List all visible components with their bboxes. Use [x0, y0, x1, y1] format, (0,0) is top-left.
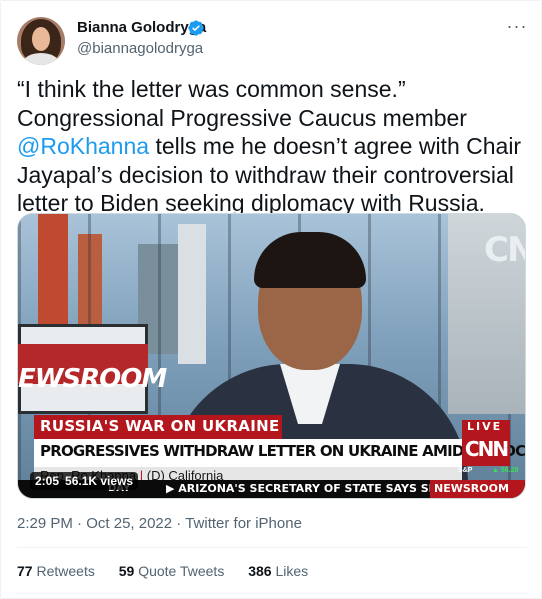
stock-value: ▲ 56.28	[492, 467, 519, 474]
quote-tweets-stat[interactable]: 59 Quote Tweets	[119, 563, 225, 579]
quote-tweets-label: Quote Tweets	[138, 563, 225, 579]
ticker-text: ▶ ARIZONA'S SECRETARY OF STATE SAYS SHE …	[166, 482, 475, 495]
likes-stat[interactable]: 386 Likes	[248, 563, 308, 579]
mention-link[interactable]: @RoKhanna	[17, 133, 149, 159]
stock-label: S&P	[458, 467, 473, 474]
retweets-label: Retweets	[36, 563, 95, 579]
retweets-stat[interactable]: 77 Retweets	[17, 563, 95, 579]
chyron-top-text: RUSSIA'S WAR ON UKRAINE	[40, 417, 280, 435]
tweet-stats: 77 Retweets 59 Quote Tweets 386 Likes	[17, 563, 328, 579]
cnn-logo-text: CNN	[464, 437, 509, 461]
studio-monitor-text: EWSROOM	[18, 364, 167, 394]
divider	[17, 547, 527, 548]
live-text: LIVE	[467, 420, 503, 433]
video-info-badge: 2:05 56.1K views	[30, 472, 139, 490]
set-cnn-logo: CNN	[484, 230, 525, 270]
tweet-card: Bianna Golodryga @biannagolodryga ··· “I…	[0, 0, 542, 599]
divider	[17, 593, 527, 594]
likes-label: Likes	[275, 563, 309, 579]
tweet-timestamp: 2:29 PM · Oct 25, 2022 · Twitter for iPh…	[17, 515, 302, 532]
author-avatar[interactable]	[17, 17, 65, 65]
tweet-text-part-1: “I think the letter was common sense.” C…	[17, 76, 467, 131]
tweet-text: “I think the letter was common sense.” C…	[17, 75, 529, 218]
more-options-icon[interactable]: ···	[505, 17, 529, 39]
video-player[interactable]: CNN EWSROOM RUSSIA'S WAR ON UKRAINE PROG…	[17, 213, 526, 499]
tweet-time[interactable]: 2:29 PM	[17, 515, 73, 532]
verified-badge-icon	[188, 20, 204, 36]
tweet-source[interactable]: Twitter for iPhone	[185, 515, 302, 532]
ticker-tag-text: NEWSROOM	[434, 482, 509, 495]
tweet-date[interactable]: Oct 25, 2022	[86, 515, 172, 532]
video-views: 56.1K views	[65, 474, 134, 488]
author-handle[interactable]: @biannagolodryga	[77, 40, 203, 57]
video-duration: 2:05	[35, 474, 60, 488]
likes-count: 386	[248, 563, 272, 579]
chyron-headline: PROGRESSIVES WITHDRAW LETTER ON UKRAINE …	[40, 442, 525, 460]
avatar-face	[32, 27, 50, 51]
quote-tweets-count: 59	[118, 563, 135, 579]
retweets-count: 77	[17, 563, 33, 579]
